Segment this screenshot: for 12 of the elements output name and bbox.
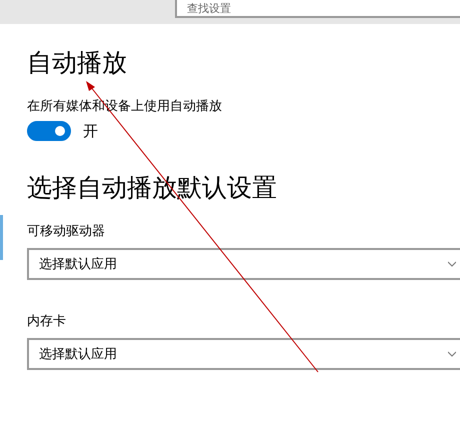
selection-indicator <box>0 215 3 260</box>
toggle-switch[interactable] <box>27 121 71 141</box>
dropdown-label: 可移动驱动器 <box>27 223 106 240</box>
search-field[interactable]: 查找设置 <box>175 0 460 18</box>
setting-label: 在所有媒体和设备上使用自动播放 <box>27 98 223 115</box>
toggle-state-label: 开 <box>83 122 98 140</box>
dropdown[interactable]: 选择默认应用 <box>27 338 460 370</box>
dropdown-label: 内存卡 <box>27 313 67 330</box>
dropdown[interactable]: 选择默认应用 <box>27 248 460 280</box>
chevron-icon <box>448 351 456 357</box>
page-title: 自动播放 <box>27 47 128 79</box>
chevron-icon <box>448 261 456 267</box>
